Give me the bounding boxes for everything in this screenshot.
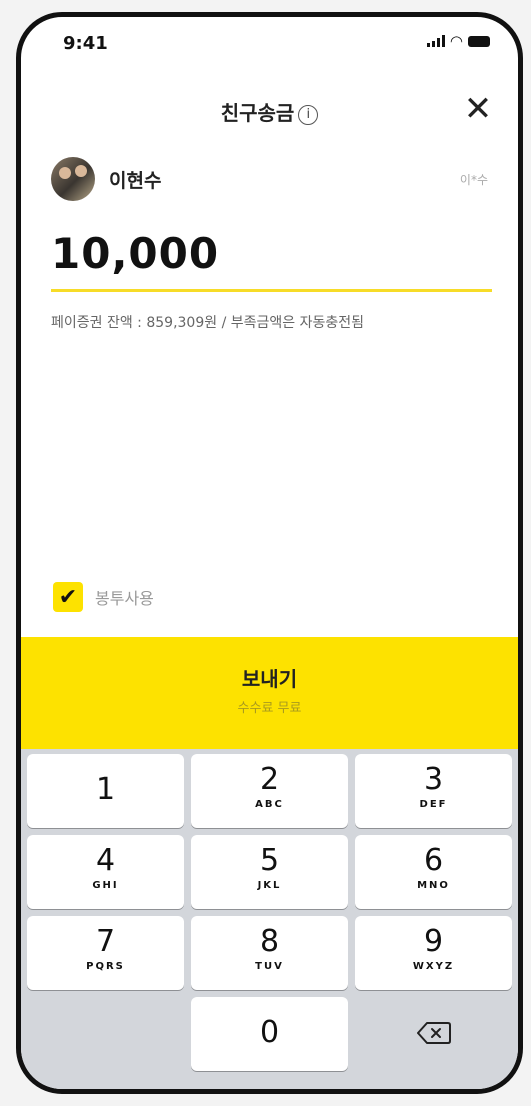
key-letters: DEF xyxy=(419,799,448,810)
close-button[interactable]: ✕ xyxy=(460,91,496,127)
key-4[interactable]: 4 GHI xyxy=(27,835,184,909)
key-6[interactable]: 6 MNO xyxy=(355,835,512,909)
battery-icon xyxy=(468,35,490,47)
signal-icon xyxy=(426,35,445,47)
phone-frame: 9:41 ◠ 친구송금 i ✕ 이현수 이*수 10,000 페이증권 잔액 : … xyxy=(16,12,523,1094)
envelope-checkbox[interactable]: ✔ xyxy=(53,582,83,612)
envelope-label: 봉투사용 xyxy=(95,589,154,608)
key-letters: MNO xyxy=(417,880,450,891)
key-digit: 4 xyxy=(95,843,116,878)
page-title-text: 친구송금 xyxy=(220,101,295,125)
key-letters: GHI xyxy=(92,880,119,891)
numeric-keypad: 1 2 ABC 3 DEF 4 GHI 5 JKL 6 MNO 7 PQRS 8 TUV 9 W… xyxy=(21,749,518,1089)
wifi-icon: ◠ xyxy=(449,32,463,50)
avatar xyxy=(51,157,95,201)
key-letters: ABC xyxy=(255,799,284,810)
info-icon[interactable]: i xyxy=(298,104,319,125)
key-digit: 0 xyxy=(259,1015,280,1050)
key-3[interactable]: 3 DEF xyxy=(355,754,512,828)
key-8[interactable]: 8 TUV xyxy=(191,916,348,990)
key-digit: 6 xyxy=(423,843,444,878)
page-title: 친구송금 i xyxy=(21,97,518,126)
key-2[interactable]: 2 ABC xyxy=(191,754,348,828)
key-9[interactable]: 9 WXYZ xyxy=(355,916,512,990)
key-digit: 3 xyxy=(423,762,444,797)
key-digit: 1 xyxy=(95,772,116,807)
key-5[interactable]: 5 JKL xyxy=(191,835,348,909)
amount-display[interactable]: 10,000 xyxy=(51,229,219,278)
key-digit: 7 xyxy=(95,924,116,959)
recipient-row: 이현수 이*수 xyxy=(51,157,488,203)
key-letters: PQRS xyxy=(86,961,125,972)
key-digit: 8 xyxy=(259,924,280,959)
envelope-toggle[interactable]: ✔ 봉투사용 xyxy=(53,580,154,614)
status-icons: ◠ xyxy=(426,32,490,50)
status-bar: 9:41 ◠ xyxy=(21,17,518,69)
key-letters: WXYZ xyxy=(412,961,455,972)
balance-note: 페이증권 잔액 : 859,309원 / 부족금액은 자동충전됨 xyxy=(51,315,364,331)
key-letters: TUV xyxy=(255,961,284,972)
send-button-label: 보내기 xyxy=(241,667,298,691)
amount-underline xyxy=(51,289,492,292)
header: 친구송금 i ✕ xyxy=(21,91,518,133)
key-digit: 2 xyxy=(259,762,280,797)
recipient-masked-name: 이*수 xyxy=(459,173,488,187)
send-button-fee-note: 수수료 무료 xyxy=(237,701,302,716)
key-empty xyxy=(27,997,184,1071)
key-1[interactable]: 1 xyxy=(27,754,184,828)
backspace-key[interactable] xyxy=(355,997,512,1071)
key-digit: 9 xyxy=(423,924,444,959)
backspace-icon xyxy=(416,1022,451,1044)
key-letters: JKL xyxy=(257,880,282,891)
send-button[interactable]: 보내기 수수료 무료 xyxy=(21,637,518,749)
key-0[interactable]: 0 xyxy=(191,997,348,1071)
key-7[interactable]: 7 PQRS xyxy=(27,916,184,990)
recipient-name: 이현수 xyxy=(109,170,162,192)
status-time: 9:41 xyxy=(63,33,108,54)
key-digit: 5 xyxy=(259,843,280,878)
